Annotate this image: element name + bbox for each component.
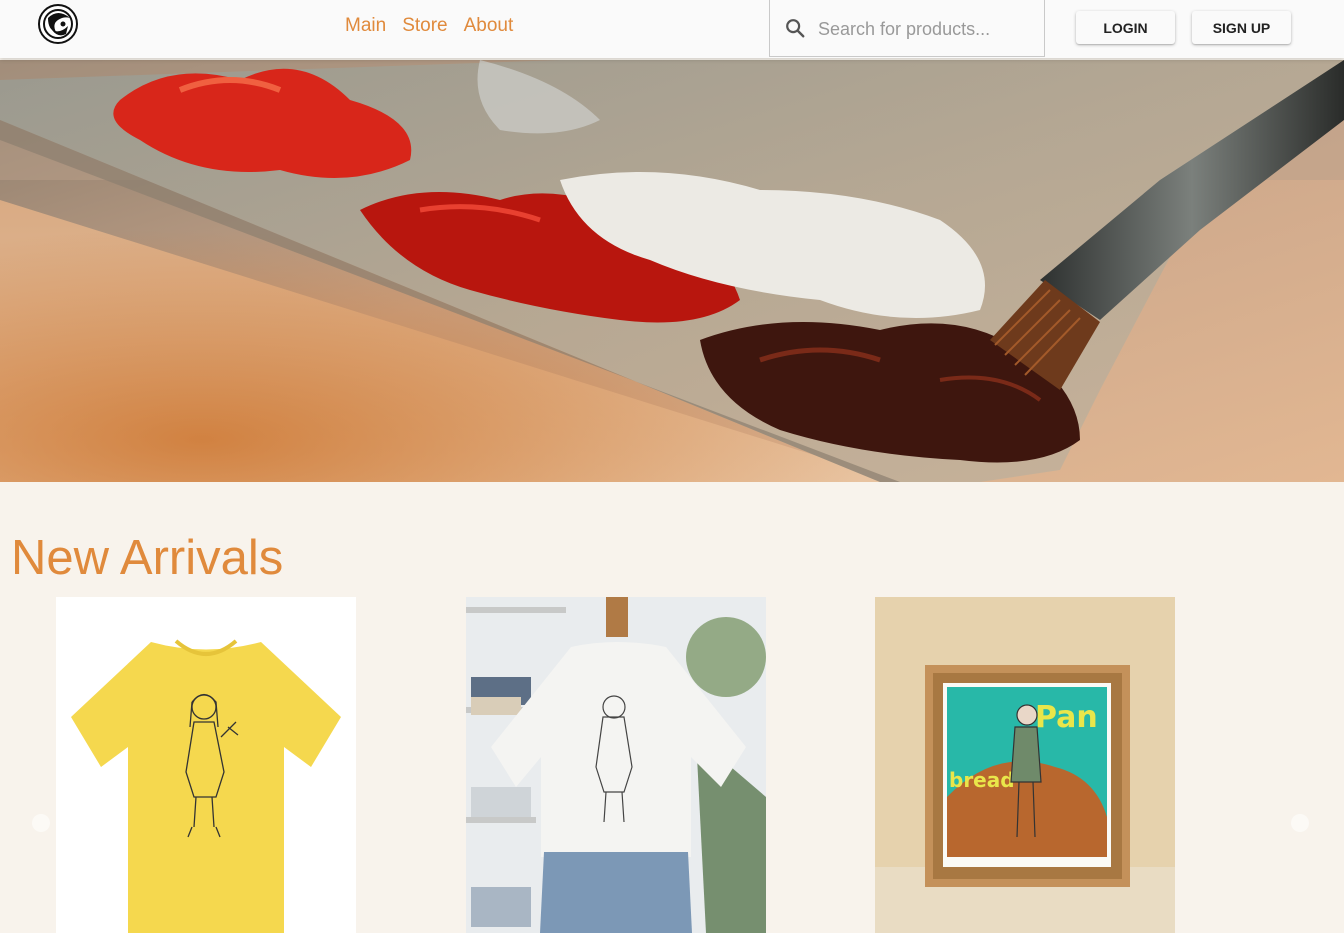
nav-link-store[interactable]: Store [402, 15, 447, 37]
new-arrivals-heading: New Arrivals [11, 531, 284, 585]
paint-palette-illustration [0, 60, 1344, 482]
main-nav: Main Store About [345, 15, 513, 37]
svg-text:bread: bread [949, 768, 1015, 792]
white-tshirt-mannequin-image [466, 597, 766, 933]
search-icon [786, 19, 805, 38]
nav-link-main[interactable]: Main [345, 15, 386, 37]
search-box[interactable] [769, 0, 1045, 57]
svg-text:Pan: Pan [1035, 700, 1098, 735]
search-input[interactable] [816, 14, 1040, 44]
signup-button[interactable]: SIGN UP [1192, 11, 1291, 44]
yellow-tshirt-image [56, 597, 356, 933]
login-button[interactable]: LOGIN [1076, 11, 1175, 44]
product-card[interactable]: Pan bread [875, 597, 1175, 933]
carousel-prev-button[interactable] [32, 814, 50, 832]
hero-banner-image [0, 60, 1344, 482]
nav-link-about[interactable]: About [464, 15, 514, 37]
product-card[interactable] [56, 597, 356, 933]
brand-logo-icon[interactable] [38, 4, 78, 44]
top-app-bar: Main Store About LOGIN SIGN UP [0, 0, 1344, 58]
framed-print-image: Pan bread [875, 597, 1175, 933]
carousel-next-button[interactable] [1291, 814, 1309, 832]
product-card[interactable] [466, 597, 766, 933]
